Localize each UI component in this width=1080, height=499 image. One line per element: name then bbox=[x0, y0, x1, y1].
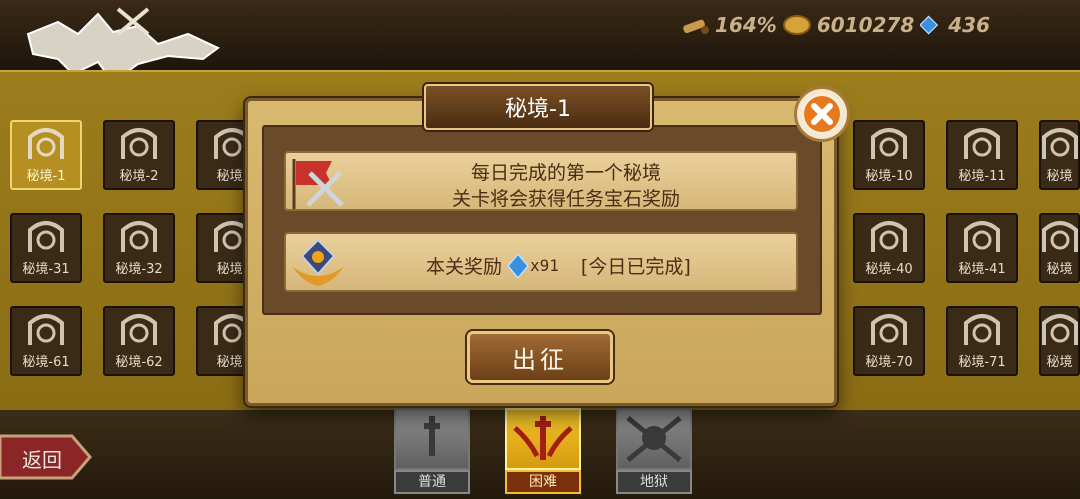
info-line-1: 每日完成的第一个秘境 bbox=[470, 162, 661, 184]
dialog-title: 秘境-1 bbox=[424, 84, 652, 130]
close-icon bbox=[804, 96, 840, 132]
reward-label: 本关奖励 bbox=[426, 256, 503, 278]
reward-row: 本关奖励 x91 [今日已完成] bbox=[284, 232, 798, 292]
reward-quantity: x91 bbox=[530, 256, 559, 275]
reward-info: 本关奖励 x91 [今日已完成] bbox=[426, 252, 691, 279]
info-line-2: 关卡将会获得任务宝石奖励 bbox=[451, 188, 680, 210]
go-battle-button[interactable]: 出征 bbox=[467, 331, 613, 383]
close-button[interactable] bbox=[794, 86, 850, 142]
daily-info-row: 每日完成的第一个秘境 关卡将会获得任务宝石奖励 bbox=[284, 151, 798, 211]
winged-emblem-icon bbox=[292, 238, 344, 286]
reward-status: [今日已完成] bbox=[580, 256, 691, 278]
gem-icon bbox=[508, 253, 529, 278]
